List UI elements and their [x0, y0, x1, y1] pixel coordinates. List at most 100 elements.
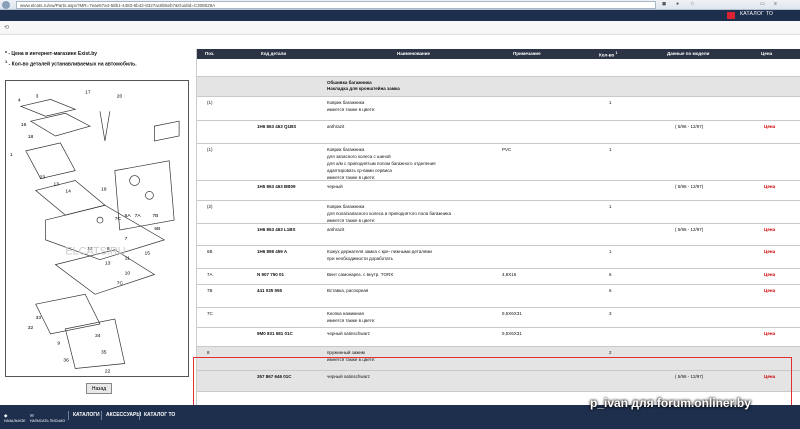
footer-divider: [101, 411, 102, 420]
parts-diagram[interactable]: 4 3 17 20 16 18 1 13 23 14 19 7C 6A 7A 7B 6B 12 8 7 13 11 15 1…: [5, 80, 189, 377]
table-header: Поз. Код детали Наименование Примечание …: [197, 49, 800, 59]
diagram-callout[interactable]: 34: [95, 333, 101, 339]
diagram-callout[interactable]: 23: [40, 175, 46, 181]
row-pos: (1): [207, 147, 213, 152]
part-name: Винт самонарез. с внутр. TORX: [327, 272, 394, 277]
table-row: (1) Коврик багажника имеется также в цвете…: [197, 97, 800, 121]
table-row: 1H6 863 463 L1BS anthrazit ( 5/96 - 12/97)…: [197, 224, 800, 246]
model-range: ( 5/96 - 12/97): [675, 124, 704, 129]
col-note: Примечание: [513, 51, 541, 56]
group-subtitle: Накладка для кронштейна замка: [327, 86, 400, 91]
diagram-callout[interactable]: 7B: [152, 213, 159, 219]
diagram-callout[interactable]: 7: [125, 236, 128, 242]
row-pos: 8: [207, 350, 210, 355]
star-icon[interactable]: ☆: [690, 1, 694, 8]
table-row: 1H5 863 463 BB09 черный ( 5/96 - 12/97) Цен…: [197, 181, 800, 201]
parts-table: Поз. Код детали Наименование Примечание …: [196, 49, 800, 405]
diagram-callout[interactable]: 33: [36, 315, 42, 321]
part-code[interactable]: 1H6 863 463 L1BS: [257, 227, 296, 233]
diagram-callout[interactable]: 9: [57, 341, 60, 347]
row-pos: (2): [207, 204, 213, 209]
diagram-callout[interactable]: 4: [18, 97, 21, 103]
row-pos: (1): [207, 100, 213, 105]
part-code[interactable]: 441 035 555: [257, 288, 282, 294]
site-header: КАТАЛОГ ТО: [0, 10, 800, 21]
back-button[interactable]: Назад: [86, 383, 112, 394]
back-nav-icon[interactable]: [2, 1, 10, 9]
part-name: Кожух держателя замка с кре- пежными дет…: [327, 249, 432, 254]
part-name: для а/м с приподнятым полом багажного от…: [327, 161, 436, 166]
extension-icon[interactable]: ●: [676, 1, 679, 8]
part-name: имеется также в цвете:: [327, 318, 376, 323]
diagram-callout[interactable]: 7A: [135, 213, 142, 219]
diagram-callout[interactable]: 20: [117, 93, 123, 99]
part-name: при необходимости доработать: [327, 256, 393, 261]
diagram-callout[interactable]: 10: [125, 270, 131, 276]
part-code[interactable]: 1H5 863 463 BB09: [257, 184, 296, 190]
footer-menu-catalogs[interactable]: КАТАЛОГИ: [73, 412, 100, 418]
part-code[interactable]: N 907 750 01: [257, 272, 284, 278]
minimize-icon[interactable]: ▭: [760, 1, 765, 8]
model-range: ( 5/96 - 12/97): [675, 227, 704, 232]
footer-menu-accessories[interactable]: АКСЕССУАРЫ: [106, 412, 141, 418]
price-link[interactable]: Цена: [764, 288, 775, 294]
price-link[interactable]: Цена: [764, 331, 775, 337]
part-name: имеется также в цвете:: [327, 107, 376, 112]
part-qty: 1: [609, 249, 612, 254]
part-qty: 1: [609, 147, 612, 152]
table-row: (1) Коврик багажника для запасного колеса …: [197, 144, 800, 181]
part-code[interactable]: 9M0 831 581 01C: [257, 331, 293, 337]
col-name: Наименование: [397, 51, 431, 56]
diagram-callout[interactable]: 14: [65, 188, 71, 194]
part-name: адаптировать ср-вами сервиса: [327, 168, 392, 173]
footer-home-label[interactable]: НАЧАЛЬНОЕ: [4, 419, 26, 423]
part-code[interactable]: 1H6 863 463 Q1BS: [257, 124, 296, 130]
diagram-callout[interactable]: 19: [101, 186, 107, 192]
part-qty: 3: [609, 311, 612, 316]
diagram-callout[interactable]: 18: [28, 134, 34, 140]
settings-icon[interactable]: ≡: [774, 1, 777, 8]
diagram-callout[interactable]: 7C: [115, 216, 122, 222]
part-note: 9,5X6X31: [502, 331, 522, 336]
diagram-watermark: ELCATS.RU: [65, 246, 125, 258]
diagram-callout[interactable]: 35: [101, 350, 107, 356]
price-link[interactable]: Цена: [764, 249, 775, 255]
diagram-callout[interactable]: 1: [10, 152, 13, 158]
part-name: Коврик багажника: [327, 204, 365, 209]
diagram-callout[interactable]: 32: [28, 325, 34, 331]
part-name: черный: [327, 184, 343, 189]
part-name: пружинный зажим: [327, 350, 365, 355]
col-model: Данные по модели: [667, 51, 710, 56]
diagram-callout[interactable]: 3: [36, 93, 39, 99]
part-code[interactable]: 1H6 898 459 A: [257, 249, 287, 255]
catalog-logo[interactable]: КАТАЛОГ ТО: [740, 11, 773, 17]
parts-diagram-svg: 43172016181132314 197C6A 7A 7B6B12 871311151…: [10, 89, 180, 374]
diagram-callout[interactable]: 13: [105, 261, 111, 267]
left-pane: * - Цена в интернет-магазине Exist.by 1 …: [0, 50, 195, 405]
price-link[interactable]: Цена: [764, 227, 775, 233]
price-link[interactable]: Цена: [764, 184, 775, 190]
diagram-callout[interactable]: 22: [105, 368, 111, 374]
diagram-callout[interactable]: 36: [63, 358, 69, 364]
catalog-logo-icon: [727, 12, 735, 19]
menu-icon[interactable]: ◼: [662, 1, 666, 8]
diagram-callout[interactable]: 15: [144, 251, 150, 257]
diagram-callout[interactable]: 13: [53, 181, 59, 187]
home-icon[interactable]: ⟲: [4, 24, 9, 31]
col-price: Цена: [761, 51, 773, 56]
price-link[interactable]: Цена: [764, 272, 775, 278]
diagram-callout[interactable]: 6B: [154, 226, 161, 232]
table-row: (2) Коврик багажника для пола/запасного ко…: [197, 201, 800, 224]
part-qty: 2: [609, 350, 612, 355]
table-row: 1H6 863 463 Q1BS anthrazit ( 5/96 - 12/97)…: [197, 121, 800, 144]
diagram-callout[interactable]: 7C: [117, 280, 124, 286]
diagram-callout[interactable]: 17: [85, 89, 91, 95]
address-bar[interactable]: www.elcats.ru/vw/Parts.aspx?MR=7eae57a4-…: [16, 1, 656, 9]
footer-menu-catalog-to[interactable]: КАТАЛОГ ТО: [144, 412, 175, 418]
group-header-row: Обшивка багажника Накладка для кронштейн…: [197, 77, 800, 97]
footer-mail-label[interactable]: НАПИСАТЬ ПИСЬМО: [30, 419, 65, 423]
diagram-callout[interactable]: 16: [21, 122, 27, 128]
table-spacer: [197, 59, 800, 77]
price-link[interactable]: Цена: [764, 124, 775, 130]
diagram-callout[interactable]: 6A: [125, 213, 132, 219]
